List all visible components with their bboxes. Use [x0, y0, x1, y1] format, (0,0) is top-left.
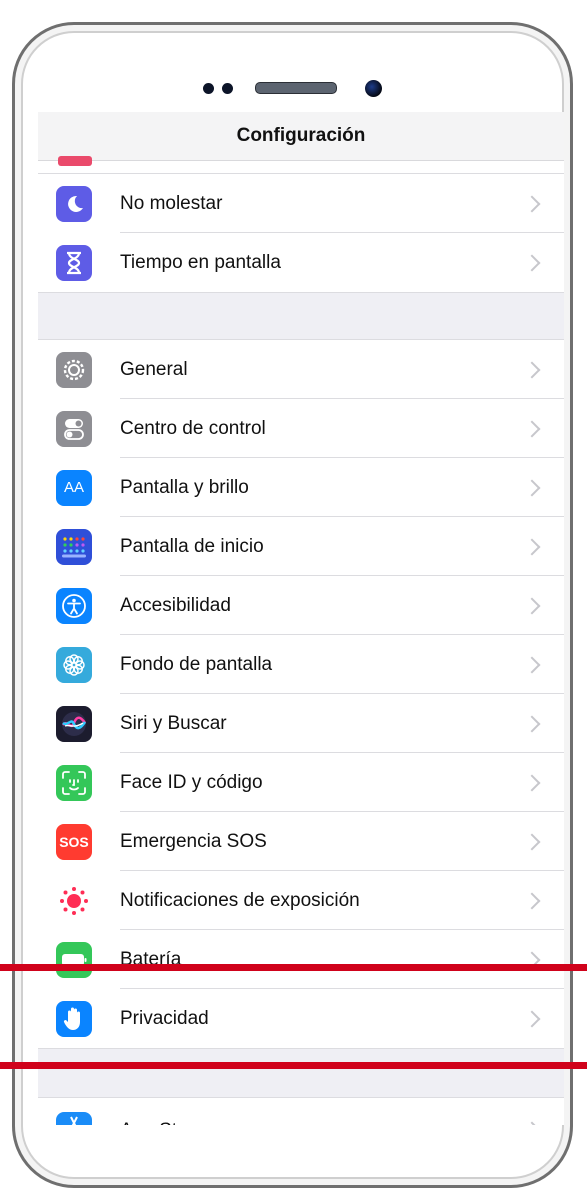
- chevron-right-icon: [523, 195, 541, 212]
- chevron-right-icon: [523, 361, 541, 378]
- settings-row-tiempo-en-pantalla[interactable]: Tiempo en pantalla: [38, 233, 564, 292]
- settings-row-app-store[interactable]: App Store: [38, 1098, 564, 1125]
- row-label: Pantalla y brillo: [120, 476, 249, 498]
- icon-glyph: AA: [63, 479, 84, 496]
- row-label: App Store: [120, 1114, 526, 1125]
- settings-row-general[interactable]: General: [38, 340, 564, 399]
- row-label: Emergencia SOS: [120, 830, 267, 852]
- sensor-dot: [222, 82, 233, 94]
- chevron-right-icon: [523, 833, 541, 850]
- chevron-right-icon: [523, 656, 541, 673]
- highlight-line-bottom: [0, 1062, 587, 1069]
- partial-icon: [58, 156, 92, 166]
- settings-row-pantalla-y-brillo[interactable]: AA Pantalla y brillo: [38, 458, 564, 517]
- page-title: Configuración: [236, 125, 366, 146]
- highlight-line-top: [0, 964, 587, 971]
- home-grid-icon: [56, 528, 92, 565]
- row-label: Fondo de pantalla: [120, 653, 273, 675]
- settings-row-centro-de-control[interactable]: Centro de control: [38, 399, 564, 458]
- row-label: Accesibilidad: [120, 594, 231, 616]
- settings-screen: Configuración No molestar Tiempo en pant…: [38, 112, 564, 1125]
- row-label: Siri y Buscar: [120, 712, 227, 734]
- chevron-right-icon: [523, 420, 541, 437]
- settings-row-accesibilidad[interactable]: Accesibilidad: [38, 576, 564, 635]
- text-size-icon: AA: [56, 469, 92, 506]
- section-gap: [38, 1048, 564, 1098]
- row-label: Notificaciones de exposición: [120, 889, 360, 911]
- notch: [15, 73, 570, 103]
- chevron-right-icon: [523, 479, 541, 496]
- row-label: Face ID y código: [120, 771, 263, 793]
- hand-icon: [56, 1000, 92, 1037]
- app-store-icon: [56, 1112, 92, 1125]
- face-id-icon: [56, 764, 92, 801]
- icon-glyph: SOS: [59, 833, 89, 850]
- scroll-top-edge: [38, 161, 564, 174]
- chevron-right-icon: [523, 715, 541, 732]
- section-gap: [38, 292, 564, 340]
- row-label: Privacidad: [120, 1007, 209, 1029]
- nav-bar: Configuración: [38, 112, 564, 166]
- row-label: No molestar: [120, 192, 223, 214]
- chevron-right-icon: [523, 254, 541, 271]
- hourglass-icon: [56, 244, 92, 281]
- chevron-right-icon: [523, 1121, 541, 1125]
- gear-icon: [56, 351, 92, 388]
- settings-row-fondo-de-pantalla[interactable]: Fondo de pantalla: [38, 635, 564, 694]
- settings-row-privacidad[interactable]: Privacidad: [38, 989, 564, 1048]
- sos-icon: SOS: [56, 823, 92, 860]
- settings-row-emergencia-sos[interactable]: SOS Emergencia SOS: [38, 812, 564, 871]
- battery-icon: [56, 941, 92, 978]
- siri-icon: [56, 705, 92, 742]
- front-camera: [365, 79, 382, 97]
- row-label: General: [120, 358, 188, 380]
- settings-row-notificaciones-de-exposicion[interactable]: Notificaciones de exposición: [38, 871, 564, 930]
- settings-row-pantalla-de-inicio[interactable]: Pantalla de inicio: [38, 517, 564, 576]
- flower-icon: [56, 646, 92, 683]
- settings-row-bateria[interactable]: Batería: [38, 930, 564, 989]
- chevron-right-icon: [523, 538, 541, 555]
- settings-row-no-molestar[interactable]: No molestar: [38, 174, 564, 233]
- exposure-icon: [56, 882, 92, 919]
- settings-row-siri-y-buscar[interactable]: Siri y Buscar: [38, 694, 564, 753]
- row-label: Pantalla de inicio: [120, 535, 264, 557]
- chevron-right-icon: [523, 597, 541, 614]
- moon-icon: [56, 185, 92, 222]
- accessibility-icon: [56, 587, 92, 624]
- chevron-right-icon: [523, 774, 541, 791]
- sensor-dot: [203, 82, 214, 94]
- speaker-grille: [255, 82, 337, 94]
- chevron-right-icon: [523, 892, 541, 909]
- chevron-right-icon: [523, 1010, 541, 1027]
- row-label: Centro de control: [120, 417, 266, 439]
- row-label: Tiempo en pantalla: [120, 251, 281, 273]
- settings-row-face-id[interactable]: Face ID y código: [38, 753, 564, 812]
- toggles-icon: [56, 410, 92, 447]
